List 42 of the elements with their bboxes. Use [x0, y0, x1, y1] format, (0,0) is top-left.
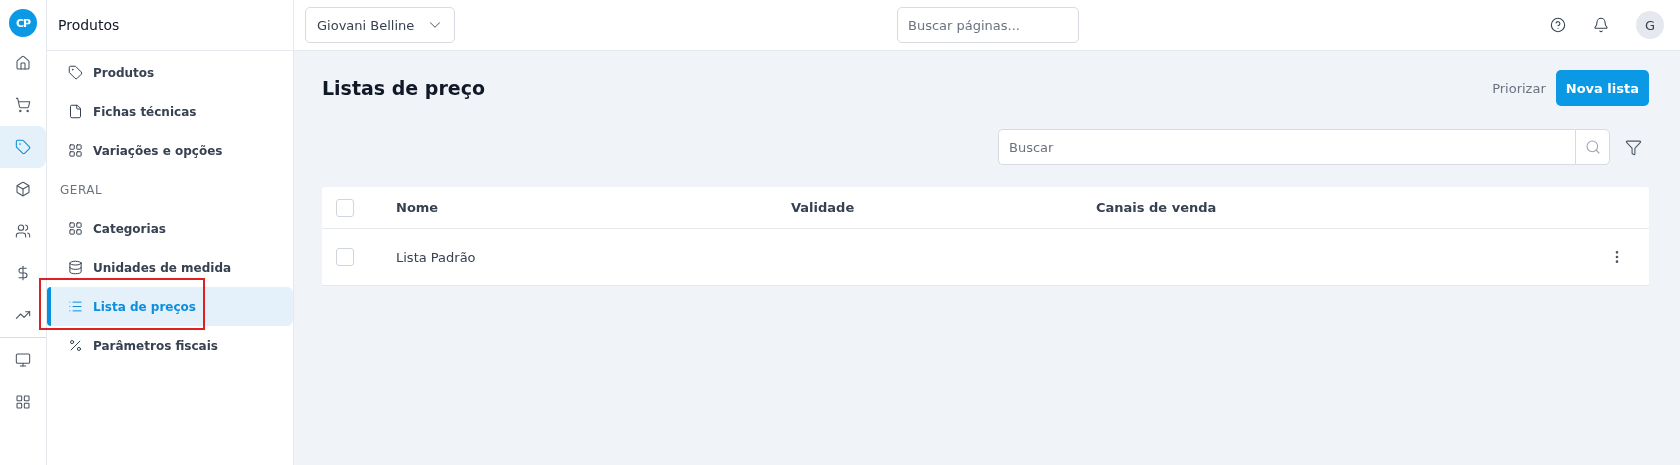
users-icon: [15, 223, 31, 239]
grid-icon: [68, 221, 83, 236]
filter-icon[interactable]: [1625, 138, 1642, 156]
section-heading: GERAL: [60, 182, 103, 197]
sidebar-item[interactable]: Variações e opções: [47, 131, 293, 170]
sidebar-item[interactable]: Produtos: [47, 53, 293, 92]
database-icon: [68, 260, 83, 275]
search-button[interactable]: [1575, 129, 1610, 165]
sidebar-title: Produtos: [58, 17, 120, 33]
sidebar-item[interactable]: Parâmetros fiscais: [47, 326, 293, 365]
tag-icon: [15, 139, 31, 155]
monitor-icon: [15, 352, 31, 368]
file-icon: [68, 104, 83, 119]
account-dropdown[interactable]: Giovani Belline: [305, 7, 455, 43]
sidebar-item[interactable]: Unidades de medida: [47, 248, 293, 287]
list-icon: [68, 299, 83, 314]
search-field[interactable]: Buscar: [998, 129, 1575, 165]
grid-icon: [15, 394, 31, 410]
avatar[interactable]: G: [1636, 11, 1664, 39]
help-icon[interactable]: [1550, 17, 1566, 33]
sidebar-item[interactable]: Categorias: [47, 209, 293, 248]
column-header: Nome: [396, 200, 440, 215]
sidebar-item[interactable]: Fichas técnicas: [47, 92, 293, 131]
search-field[interactable]: Buscar páginas...: [897, 7, 1079, 43]
checkbox[interactable]: [336, 198, 354, 217]
grid-icon: [68, 143, 83, 158]
page-title: Listas de preço: [322, 77, 486, 99]
home-icon: [15, 55, 31, 71]
search-icon: [1584, 139, 1601, 155]
dollar-icon: [15, 265, 31, 281]
checkbox[interactable]: [336, 248, 354, 266]
column-header: Validade: [791, 200, 856, 215]
bell-icon[interactable]: [1593, 17, 1609, 33]
percent-icon: [68, 338, 83, 353]
logo: CP: [9, 9, 37, 37]
prioritize-button[interactable]: Priorizar: [1482, 80, 1556, 96]
rail-item[interactable]: [0, 126, 46, 168]
tag-icon: [68, 65, 83, 80]
cube-icon: [15, 181, 31, 197]
column-header: Canais de venda: [1096, 200, 1218, 215]
table-cell-text: Lista Padrão: [396, 249, 477, 265]
cart-icon: [15, 97, 31, 113]
